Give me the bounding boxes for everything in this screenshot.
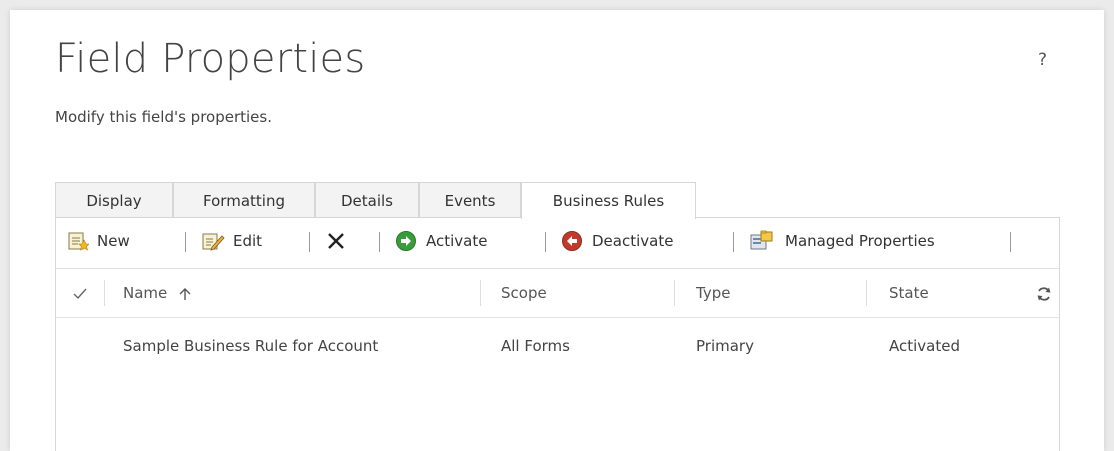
- toolbar-separator: [309, 232, 310, 252]
- column-header-name-label: Name: [123, 284, 168, 302]
- tab-formatting[interactable]: Formatting: [173, 182, 315, 218]
- edit-icon: [201, 231, 225, 251]
- edit-button-label: Edit: [233, 232, 263, 250]
- managed-properties-button[interactable]: Managed Properties: [749, 226, 935, 256]
- column-separator: [480, 280, 481, 306]
- column-header-name[interactable]: Name: [123, 269, 192, 317]
- cell-type: Primary: [696, 337, 754, 355]
- sort-ascending-icon: [179, 287, 191, 300]
- refresh-button[interactable]: [1036, 269, 1052, 317]
- toolbar-separator: [1010, 232, 1011, 252]
- toolbar: New Edit Activate Deactivate Managed Pro…: [57, 226, 1057, 256]
- delete-button[interactable]: [325, 226, 347, 256]
- toolbar-separator: [545, 232, 546, 252]
- tab-details[interactable]: Details: [315, 182, 419, 218]
- column-separator: [104, 280, 105, 306]
- toolbar-separator: [733, 232, 734, 252]
- edit-button[interactable]: Edit: [201, 226, 262, 256]
- checkmark-icon: [73, 288, 87, 299]
- tab-display[interactable]: Display: [55, 182, 173, 218]
- grid-header: Name Scope Type State: [56, 268, 1059, 318]
- activate-button[interactable]: Activate: [395, 226, 487, 256]
- column-separator: [674, 280, 675, 306]
- deactivate-button[interactable]: Deactivate: [561, 226, 673, 256]
- page-title: Field Properties: [55, 36, 366, 82]
- select-all-checkbox[interactable]: [72, 269, 88, 317]
- managed-properties-button-label: Managed Properties: [785, 232, 935, 250]
- column-header-scope[interactable]: Scope: [501, 269, 547, 317]
- tab-events[interactable]: Events: [419, 182, 521, 218]
- column-header-state[interactable]: State: [889, 269, 929, 317]
- activate-icon: [395, 230, 417, 252]
- new-icon: [67, 231, 89, 251]
- tab-strip: Display Formatting Details Events Busine…: [55, 182, 1060, 219]
- deactivate-icon: [561, 230, 583, 252]
- deactivate-button-label: Deactivate: [592, 232, 674, 250]
- new-button-label: New: [97, 232, 130, 250]
- managed-properties-icon: [749, 230, 775, 252]
- toolbar-separator: [379, 232, 380, 252]
- new-button[interactable]: New: [67, 226, 130, 256]
- refresh-icon: [1037, 286, 1051, 301]
- activate-button-label: Activate: [426, 232, 488, 250]
- delete-icon: [325, 230, 347, 252]
- cell-name[interactable]: Sample Business Rule for Account: [123, 337, 378, 355]
- column-separator: [866, 280, 867, 306]
- column-header-type[interactable]: Type: [696, 269, 730, 317]
- help-button[interactable]: ?: [1038, 50, 1047, 70]
- page-subtitle: Modify this field's properties.: [55, 108, 272, 126]
- cell-scope: All Forms: [501, 337, 570, 355]
- tab-business-rules[interactable]: Business Rules: [521, 182, 696, 219]
- cell-state: Activated: [889, 337, 960, 355]
- toolbar-separator: [185, 232, 186, 252]
